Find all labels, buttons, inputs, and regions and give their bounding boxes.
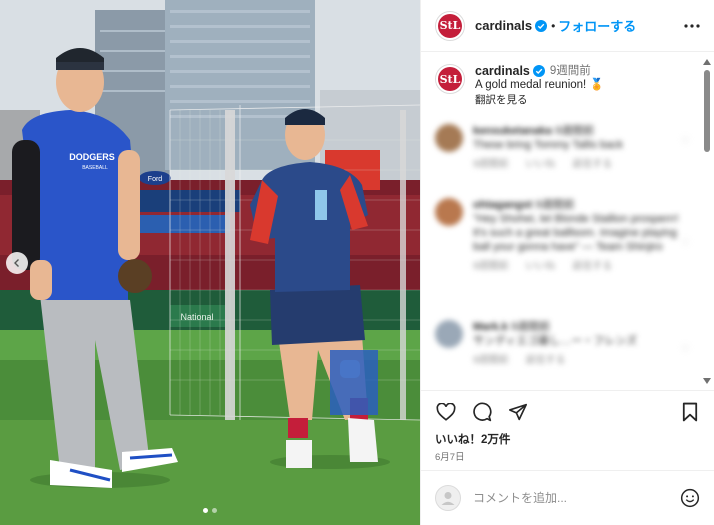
comment-meta[interactable]: 9週間前 返信する bbox=[473, 354, 637, 368]
comment-text: These bring Tommy Tallis back bbox=[473, 139, 623, 151]
chevron-down-icon bbox=[703, 378, 711, 384]
post-actions: いいね！2万件 6月7日 bbox=[421, 390, 714, 470]
translate-link[interactable]: 翻訳を見る bbox=[475, 93, 604, 107]
instagram-post-modal: National Ford DODGERS BASEBALL StL cardi… bbox=[0, 0, 714, 525]
comment-text: "Hey Shohei, let Blonde Stallion prosper… bbox=[473, 213, 679, 253]
comment-item: ohtagangst 9週間前 "Hey Shohei, let Blonde … bbox=[435, 198, 690, 274]
avatar[interactable]: StL bbox=[435, 64, 465, 94]
comment-heart-icon[interactable]: ♡ bbox=[681, 136, 690, 147]
comment-item: kensuketanaka 9週間前 These bring Tommy Tal… bbox=[435, 124, 690, 172]
post-date[interactable]: 6月7日 bbox=[435, 449, 465, 463]
scroll-down-button[interactable] bbox=[703, 377, 711, 385]
likes-count[interactable]: いいね！2万件 bbox=[435, 431, 510, 447]
emoji-button[interactable] bbox=[679, 487, 701, 509]
emoji-icon bbox=[680, 488, 700, 508]
comment-meta[interactable]: 9週間前 いいね 返信する bbox=[473, 260, 690, 274]
photo-illustration: National Ford DODGERS BASEBALL bbox=[0, 0, 420, 525]
comment-heart-icon[interactable]: ♡ bbox=[681, 344, 690, 355]
add-comment-bar bbox=[421, 470, 714, 525]
carousel-prev-button[interactable] bbox=[6, 252, 28, 274]
carousel-dots bbox=[0, 508, 420, 513]
comment-username[interactable]: ohtagangst bbox=[473, 199, 532, 211]
comments-list: StL cardinals 9週間前 A gold medal reunion!… bbox=[421, 52, 714, 390]
comment-item: Mark.k 9週間前 サンディエゴ最し…ー・フレンズ 9週間前 返信する ♡ bbox=[435, 320, 690, 368]
verified-icon bbox=[535, 19, 548, 32]
caption-text: A gold medal reunion! 🏅 bbox=[475, 79, 604, 91]
scroll-up-button[interactable] bbox=[703, 58, 711, 66]
comment-username[interactable]: kensuketanaka bbox=[473, 125, 552, 137]
like-button[interactable] bbox=[435, 401, 457, 423]
comment-button[interactable] bbox=[471, 401, 493, 423]
post-caption: StL cardinals 9週間前 A gold medal reunion!… bbox=[435, 64, 604, 107]
comment-time: 9週間前 bbox=[535, 199, 575, 211]
more-options-button[interactable] bbox=[683, 17, 701, 35]
caption-time[interactable]: 9週間前 bbox=[550, 64, 591, 78]
carousel-dot[interactable] bbox=[203, 508, 208, 513]
follow-button[interactable]: フォローする bbox=[558, 16, 636, 35]
post-side-panel: StL cardinals • フォローする StL cardinals 9週間… bbox=[420, 0, 714, 525]
comment-input[interactable] bbox=[473, 491, 679, 505]
avatar[interactable] bbox=[435, 198, 463, 226]
bookmark-button[interactable] bbox=[679, 401, 701, 423]
heart-icon bbox=[436, 403, 456, 421]
user-icon bbox=[441, 492, 455, 505]
username-link[interactable]: cardinals bbox=[475, 18, 532, 33]
chevron-left-icon bbox=[14, 259, 19, 267]
comment-icon bbox=[473, 402, 492, 422]
verified-icon bbox=[532, 65, 545, 77]
comments-scrollbar[interactable] bbox=[703, 58, 711, 385]
shirt-text: DODGERS bbox=[69, 152, 115, 162]
carousel-dot[interactable] bbox=[212, 508, 217, 513]
banner-national-text: National bbox=[180, 312, 213, 322]
post-photo: National Ford DODGERS BASEBALL bbox=[0, 0, 420, 525]
comment-heart-icon[interactable]: ♡ bbox=[681, 238, 690, 249]
share-icon bbox=[509, 403, 528, 421]
avatar[interactable] bbox=[435, 320, 463, 348]
bookmark-icon bbox=[682, 402, 698, 422]
cardinals-logo: StL bbox=[438, 67, 462, 91]
comment-meta[interactable]: 9週間前 いいね 返信する bbox=[473, 158, 623, 172]
avatar[interactable] bbox=[435, 124, 463, 152]
comment-text: サンディエゴ最し…ー・フレンズ bbox=[473, 335, 638, 347]
more-icon bbox=[684, 24, 700, 28]
caption-username[interactable]: cardinals bbox=[475, 64, 530, 78]
current-user-avatar[interactable] bbox=[435, 485, 461, 511]
avatar[interactable]: StL bbox=[435, 10, 465, 41]
scrollbar-thumb[interactable] bbox=[704, 70, 710, 152]
comment-time: 9週間前 bbox=[510, 321, 551, 333]
chevron-up-icon bbox=[703, 59, 711, 65]
comment-time: 9週間前 bbox=[554, 125, 595, 137]
banner-ford-text: Ford bbox=[148, 176, 163, 183]
share-button[interactable] bbox=[507, 401, 529, 423]
post-header: StL cardinals • フォローする bbox=[421, 0, 714, 52]
separator: • bbox=[551, 18, 556, 33]
comment-username[interactable]: Mark.k bbox=[473, 321, 508, 333]
cardinals-logo: StL bbox=[438, 13, 462, 38]
shirt-subtext: BASEBALL bbox=[82, 165, 108, 171]
